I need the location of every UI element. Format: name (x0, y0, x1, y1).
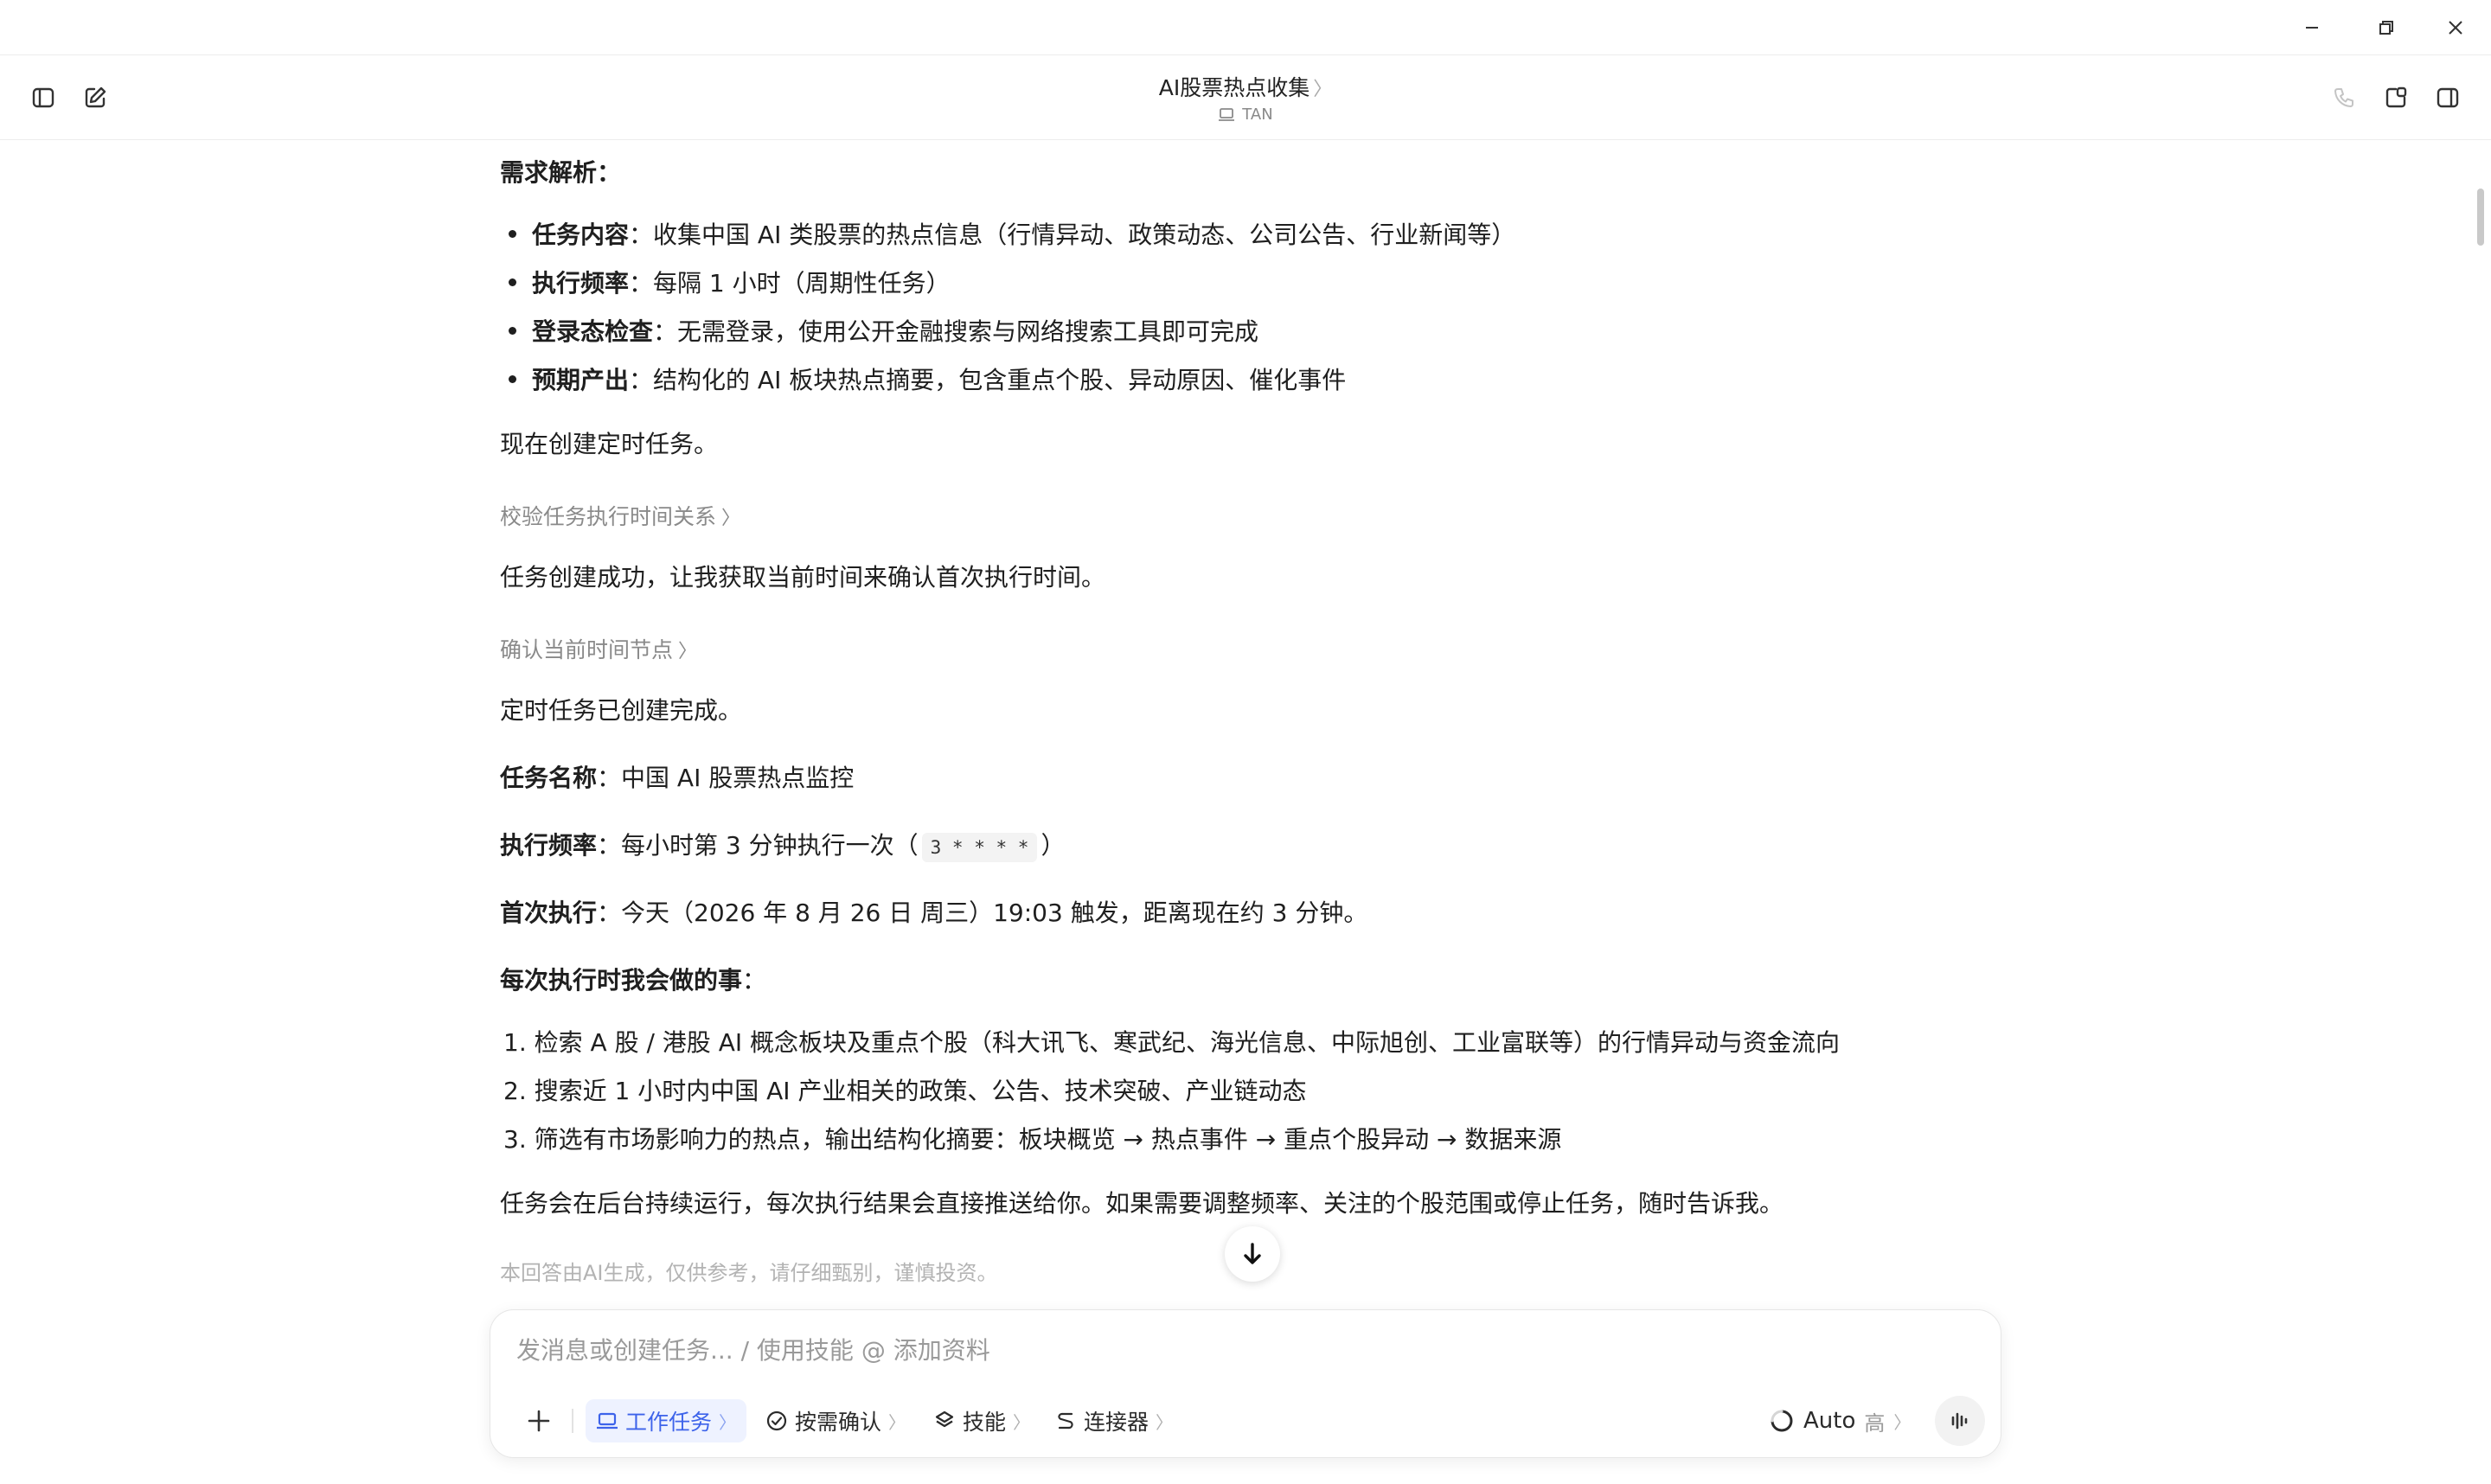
chevron-right-icon: 〉 (1013, 1411, 1031, 1433)
skills-chip[interactable]: 技能〉 (923, 1399, 1041, 1442)
minimize-icon (2306, 27, 2318, 29)
message-composer: 工作任务〉 按需确认〉 技能〉 连接器〉 Auto高〉 (490, 1309, 2001, 1458)
voice-input-button[interactable] (1935, 1396, 1985, 1446)
arrow-down-icon (1244, 1243, 1261, 1264)
connectors-label: 连接器 (1084, 1410, 1149, 1435)
workspace-name: TAN (1242, 106, 1273, 124)
work-task-chip[interactable]: 工作任务〉 (586, 1399, 747, 1442)
cron-expression: 3 * * * * (921, 833, 1038, 862)
chevron-right-icon: 〉 (888, 1411, 906, 1433)
scrollbar-thumb[interactable] (2477, 189, 2484, 246)
restore-icon (2379, 21, 2393, 35)
chat-header: AI股票热点收集〉 TAN (0, 55, 2491, 140)
confirm-mode-chip[interactable]: 按需确认〉 (755, 1399, 916, 1442)
chevron-right-icon: 〉 (1893, 1411, 1911, 1433)
right-panel-icon (2437, 87, 2459, 108)
restore-button[interactable] (2356, 9, 2417, 47)
chevron-right-icon: 〉 (678, 641, 698, 662)
chevron-right-icon: 〉 (721, 508, 741, 529)
message-input[interactable] (516, 1331, 1969, 1369)
each-run-heading: 每次执行时我会做的事： (500, 966, 767, 995)
ai-disclaimer: 本回答由AI生成，仅供参考，请仔细甄别，谨慎投资。 (500, 1261, 998, 1285)
conversation-title[interactable]: AI股票热点收集〉 (0, 71, 2491, 102)
divider (572, 1409, 573, 1433)
close-window-button[interactable] (2425, 9, 2486, 47)
work-task-label: 工作任务 (625, 1410, 713, 1435)
tool-step-verify-time[interactable]: 校验任务执行时间关系〉 (500, 500, 740, 536)
scroll-to-bottom-button[interactable] (1225, 1226, 1280, 1282)
skills-label: 技能 (963, 1410, 1007, 1435)
effort-level: 高 (1864, 1410, 1886, 1436)
window-titlebar (0, 0, 2491, 55)
task-name-line: 任务名称：中国 AI 股票热点监控 (500, 764, 855, 792)
call-button[interactable] (2320, 74, 2368, 122)
chevron-right-icon: 〉 (1156, 1411, 1174, 1433)
create-task-text: 现在创建定时任务。 (500, 430, 719, 458)
list-item: 3. 筛选有市场影响力的热点，输出结构化摘要：板块概览 → 热点事件 → 重点个… (503, 1125, 1562, 1154)
assistant-message: 需求解析： 任务内容：收集中国 AI 类股票的热点信息（行情异动、政策动态、公司… (500, 140, 1988, 1299)
model-selector[interactable]: Auto 高〉 (1769, 1399, 1911, 1442)
plus-icon (528, 1410, 550, 1432)
check-circle-icon (766, 1410, 787, 1431)
layers-icon (935, 1410, 954, 1428)
model-name: Auto (1803, 1408, 1856, 1434)
title-chevron-icon: 〉 (1313, 79, 1333, 100)
list-item: 登录态检查：无需登录，使用公开金融搜索与网络搜索工具即可完成 (509, 315, 1258, 349)
toggle-panel-button[interactable] (2424, 74, 2472, 122)
link-icon (1058, 1412, 1073, 1430)
confirm-mode-label: 按需确认 (795, 1410, 882, 1435)
frequency-line: 执行频率：每小时第 3 分钟执行一次（ 3 * * * *） (500, 828, 1065, 863)
first-run-line: 首次执行：今天（2026 年 8 月 26 日 周三）19:03 触发，距离现在… (500, 899, 1368, 927)
phone-icon (2334, 88, 2353, 107)
app-window: AI股票热点收集〉 TAN 需求解析： 任务内容：收集中国 AI 类股票的热点信… (0, 0, 2491, 1484)
waveform-icon (1951, 1412, 1968, 1430)
list-item: 执行频率：每隔 1 小时（周期性任务） (509, 266, 951, 301)
conversation-title-text: AI股票热点收集 (1158, 75, 1310, 100)
task-created-text: 任务创建成功，让我获取当前时间来确认首次执行时间。 (500, 563, 1106, 592)
share-icon (2385, 86, 2407, 108)
list-item: 1. 检索 A 股 / 港股 AI 概念板块及重点个股（科大讯飞、寒武纪、海光信… (503, 1028, 1841, 1057)
list-item: 任务内容：收集中国 AI 类股票的热点信息（行情异动、政策动态、公司公告、行业新… (509, 218, 1515, 253)
task-done-text: 定时任务已创建完成。 (500, 696, 743, 725)
share-button[interactable] (2372, 74, 2420, 122)
chevron-right-icon: 〉 (719, 1411, 737, 1433)
minimize-button[interactable] (2282, 9, 2342, 47)
list-item: 2. 搜索近 1 小时内中国 AI 产业相关的政策、公告、技术突破、产业链动态 (503, 1077, 1307, 1105)
list-item: 预期产出：结构化的 AI 板块热点摘要，包含重点个股、异动原因、催化事件 (509, 363, 1346, 398)
laptop-icon (597, 1412, 618, 1430)
loading-spinner-icon (1771, 1410, 1793, 1432)
laptop-icon (1219, 107, 1235, 121)
connectors-chip[interactable]: 连接器〉 (1044, 1399, 1183, 1442)
workspace-indicator: TAN (0, 106, 2491, 124)
requirements-heading: 需求解析： (500, 158, 622, 187)
close-icon (2449, 21, 2462, 35)
tool-step-current-time[interactable]: 确认当前时间节点〉 (500, 633, 697, 669)
closing-text: 任务会在后台持续运行，每次执行结果会直接推送给你。如果需要调整频率、关注的个股范… (500, 1189, 1784, 1218)
add-attachment-button[interactable] (515, 1397, 563, 1445)
